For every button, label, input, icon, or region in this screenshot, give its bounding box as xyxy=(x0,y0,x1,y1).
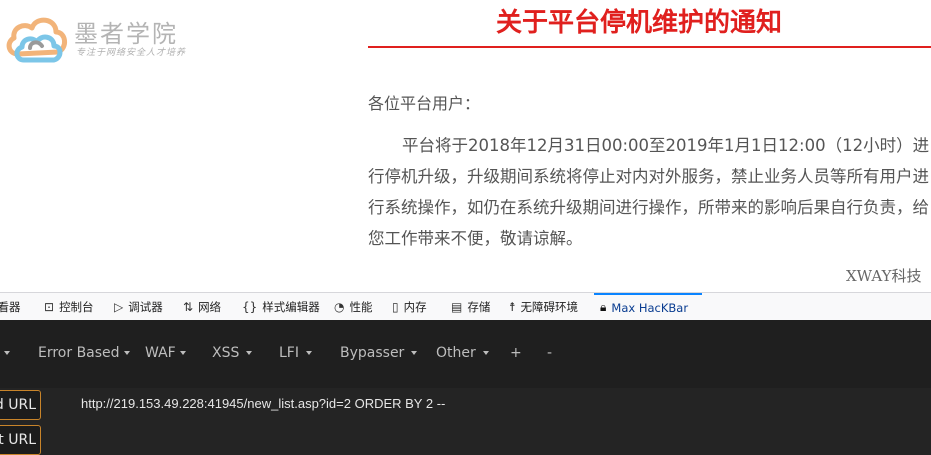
caret-down-icon xyxy=(123,351,130,355)
memory-icon: ▯ xyxy=(392,299,399,314)
hackbar-menu: Error Based WAF XSS LFI Bypasser Other +… xyxy=(0,320,931,388)
menu-bypasser[interactable]: Bypasser xyxy=(340,345,418,361)
tab-accessibility[interactable]: ☨ 无障碍环境 xyxy=(509,293,578,320)
load-url-button[interactable]: ad URL xyxy=(0,390,41,420)
tab-network-label: 网络 xyxy=(198,299,222,314)
tab-storage[interactable]: ▤ 存储 xyxy=(451,293,490,320)
tab-style-editor-label: 样式编辑器 xyxy=(262,299,320,314)
menu-lfi-label: LFI xyxy=(279,345,299,361)
tab-memory[interactable]: ▯ 内存 xyxy=(392,293,427,320)
performance-icon: ◔ xyxy=(334,299,345,314)
caret-down-icon xyxy=(246,351,253,355)
notice-greeting: 各位平台用户： xyxy=(368,94,481,113)
menu-waf-label: WAF xyxy=(145,345,176,361)
caret-down-icon xyxy=(305,351,312,355)
tab-accessibility-label: 无障碍环境 xyxy=(520,299,579,314)
menu-other-label: Other xyxy=(436,345,476,361)
title-divider xyxy=(368,46,931,48)
tab-console[interactable]: ⊡ 控制台 xyxy=(44,293,94,320)
tab-performance[interactable]: ◔ 性能 xyxy=(334,293,372,320)
tab-memory-label: 内存 xyxy=(403,299,427,314)
debugger-icon: ▷ xyxy=(114,299,124,314)
tab-console-label: 控制台 xyxy=(59,299,94,314)
network-icon: ⇅ xyxy=(183,299,194,314)
logo-title: 墨者学院 xyxy=(74,20,178,48)
menu-error-based[interactable]: Error Based xyxy=(38,345,130,361)
console-icon: ⊡ xyxy=(44,299,55,314)
devtools-tab-bar: 查看器 ⊡ 控制台 ▷ 调试器 ⇅ 网络 {} 样式编辑器 ◔ 性能 ▯ 内存 … xyxy=(0,292,931,320)
menu-error-based-label: Error Based xyxy=(38,345,120,361)
caret-down-icon xyxy=(4,351,10,355)
logo-subtitle: 专注于网络安全人才培养 xyxy=(76,48,187,58)
menu-xss[interactable]: XSS xyxy=(212,345,253,361)
cloud-logo-icon xyxy=(6,17,67,63)
style-editor-icon: {} xyxy=(242,299,258,314)
menu-add-button[interactable]: + xyxy=(510,345,522,361)
menu-waf[interactable]: WAF xyxy=(145,345,186,361)
split-url-button[interactable]: it URL xyxy=(0,425,41,455)
menu-lfi[interactable]: LFI xyxy=(279,345,312,361)
web-page: 墨者学院 专注于网络安全人才培养 关于平台停机维护的通知 各位平台用户： 平台将… xyxy=(0,0,931,292)
notice-signature: XWAY科技 xyxy=(846,267,922,285)
menu-other[interactable]: Other xyxy=(436,345,489,361)
tab-debugger[interactable]: ▷ 调试器 xyxy=(114,293,163,320)
tab-network[interactable]: ⇅ 网络 xyxy=(183,293,221,320)
caret-down-icon xyxy=(411,351,418,355)
accessibility-icon: ☨ xyxy=(509,299,516,314)
tab-inspector-label: 查看器 xyxy=(0,299,21,314)
lock-icon: 🔒︎ xyxy=(600,300,607,314)
menu-bypasser-label: Bypasser xyxy=(340,345,405,361)
tab-style-editor[interactable]: {} 样式编辑器 xyxy=(242,293,320,320)
menu-cutoff-dropdown[interactable] xyxy=(0,345,10,361)
menu-remove-button[interactable]: - xyxy=(547,345,552,361)
tab-max-hackbar[interactable]: 🔒︎ Max HacKBar xyxy=(594,293,702,320)
menu-xss-label: XSS xyxy=(212,345,240,361)
tab-debugger-label: 调试器 xyxy=(128,299,163,314)
url-input[interactable]: http://219.153.49.228:41945/new_list.asp… xyxy=(81,396,445,411)
hackbar-body: ad URL it URL http://219.153.49.228:4194… xyxy=(0,388,931,455)
tab-inspector[interactable]: 查看器 xyxy=(0,293,21,320)
tab-performance-label: 性能 xyxy=(349,299,373,314)
tab-max-hackbar-label: Max HacKBar xyxy=(611,300,689,315)
notice-title: 关于平台停机维护的通知 xyxy=(496,8,783,38)
mozhe-logo[interactable]: 墨者学院 专注于网络安全人才培养 xyxy=(4,4,214,68)
caret-down-icon xyxy=(179,351,186,355)
hackbar-panel: Error Based WAF XSS LFI Bypasser Other +… xyxy=(0,320,931,455)
caret-down-icon xyxy=(482,351,489,355)
storage-icon: ▤ xyxy=(451,299,463,314)
tab-storage-label: 存储 xyxy=(467,299,491,314)
notice-body: 平台将于2018年12月31日00:00至2019年1月1日12:00（12小时… xyxy=(368,136,930,248)
